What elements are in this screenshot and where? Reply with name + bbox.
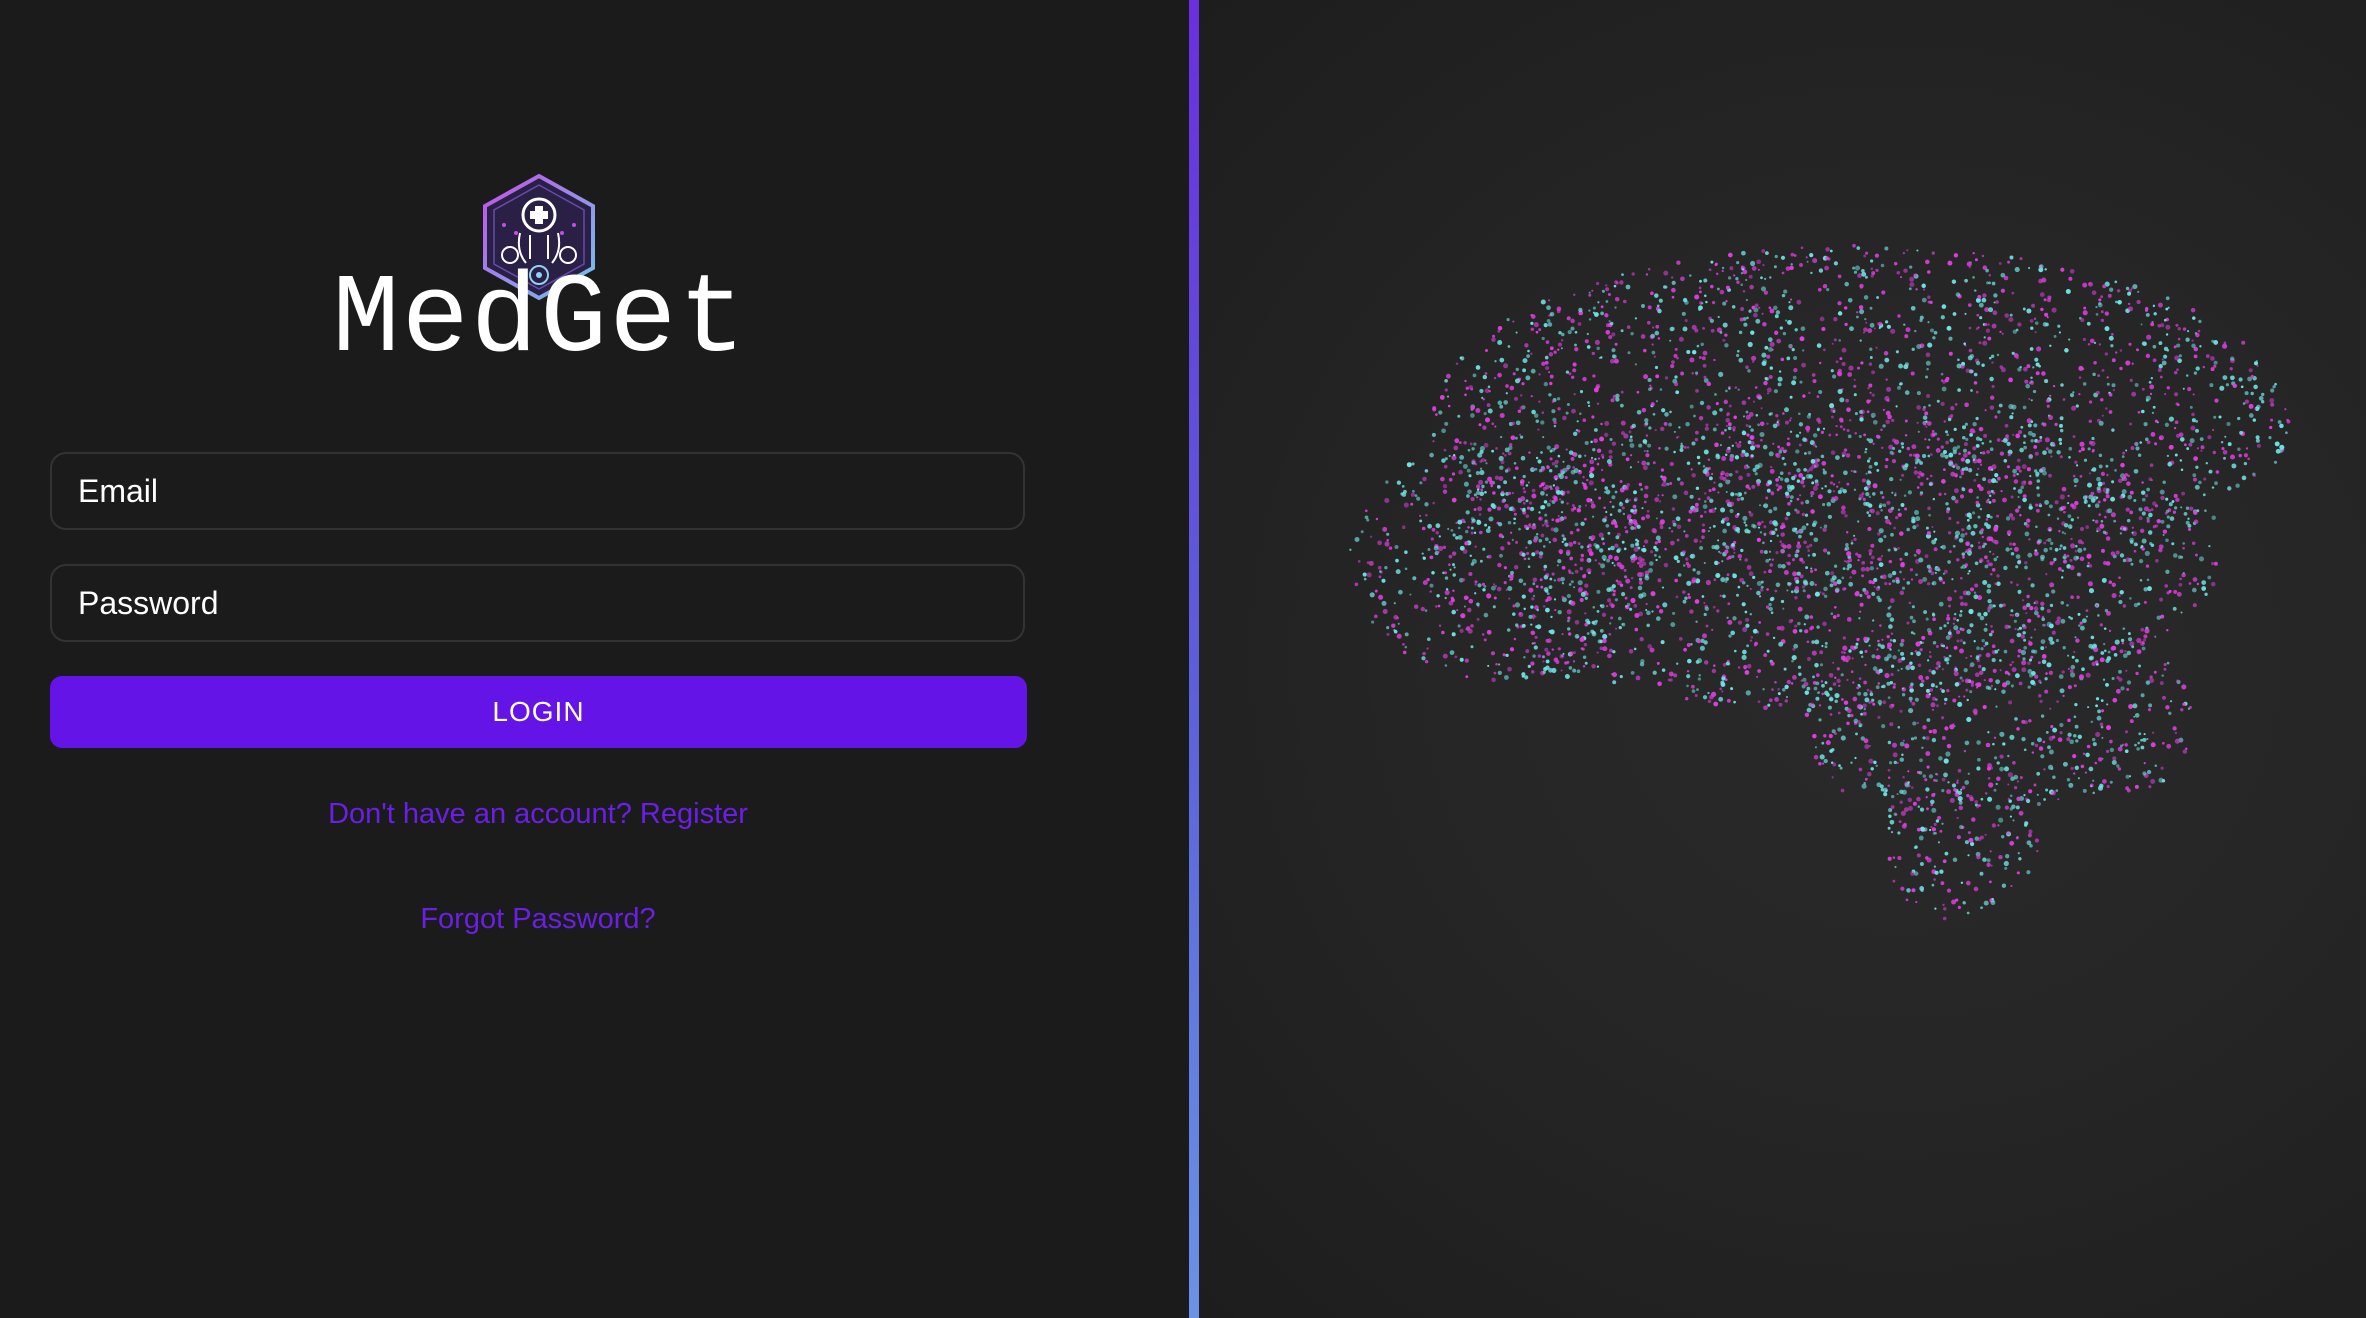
brand-name: MedGet	[332, 257, 748, 384]
email-field[interactable]	[50, 452, 1025, 530]
register-link[interactable]: Don't have an account? Register	[0, 798, 1076, 831]
forgot-password-link[interactable]: Forgot Password?	[0, 903, 1076, 936]
login-button[interactable]: LOGIN	[50, 676, 1027, 748]
particle-brain-illustration-icon	[1349, 243, 2291, 921]
illustration-panel	[1199, 0, 2366, 1318]
panel-divider	[1189, 0, 1199, 1318]
password-field[interactable]	[50, 564, 1025, 642]
login-panel: MedGet LOGIN Don't have an account? Regi…	[0, 0, 1189, 1318]
login-page: MedGet LOGIN Don't have an account? Regi…	[0, 0, 2366, 1318]
brand-logo: MedGet	[300, 165, 780, 384]
